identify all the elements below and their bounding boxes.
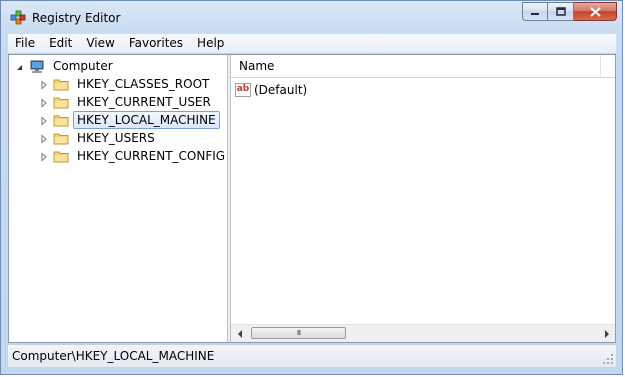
- tree-label: HKEY_CURRENT_USER: [77, 95, 211, 109]
- status-path: Computer\HKEY_LOCAL_MACHINE: [12, 349, 215, 363]
- string-value-icon: ab: [235, 83, 251, 97]
- menu-edit[interactable]: Edit: [42, 34, 79, 53]
- folder-icon: [53, 150, 69, 163]
- scroll-grip: III: [296, 329, 301, 337]
- tree-label-computer: Computer: [53, 59, 113, 73]
- scroll-thumb[interactable]: III: [251, 327, 346, 339]
- tree-item-hkey-local-machine[interactable]: HKEY_LOCAL_MACHINE: [39, 111, 220, 129]
- value-name: (Default): [254, 83, 308, 97]
- column-header: Name: [231, 55, 615, 78]
- tree-item-hkey-classes-root[interactable]: HKEY_CLASSES_ROOT: [39, 75, 213, 93]
- tree-item-hkey-current-config[interactable]: HKEY_CURRENT_CONFIG: [39, 147, 229, 165]
- values-list-pane[interactable]: Name ab (Default) III: [231, 55, 615, 342]
- computer-icon: [29, 60, 45, 73]
- expand-arrow-icon[interactable]: [39, 79, 49, 90]
- close-button[interactable]: [574, 2, 617, 21]
- list-item[interactable]: ab (Default): [235, 81, 307, 99]
- window-title: Registry Editor: [32, 11, 121, 25]
- expand-arrow-icon[interactable]: [39, 97, 49, 108]
- client-area: Computer HKEY_CLASSES_ROOT HKEY_CURRENT_…: [8, 54, 616, 343]
- scroll-right-icon[interactable]: [598, 325, 615, 342]
- tree-label-selected: HKEY_LOCAL_MACHINE: [73, 111, 220, 129]
- expand-arrow-icon[interactable]: [39, 151, 49, 162]
- minimize-button[interactable]: [522, 2, 548, 21]
- tree-item-hkey-users[interactable]: HKEY_USERS: [39, 129, 159, 147]
- expand-arrow-icon[interactable]: [39, 133, 49, 144]
- registry-editor-icon: [10, 10, 26, 26]
- tree-item-hkey-current-user[interactable]: HKEY_CURRENT_USER: [39, 93, 215, 111]
- folder-icon: [53, 78, 69, 91]
- registry-editor-window: Registry Editor File Edit View Favorites…: [0, 0, 623, 375]
- scroll-left-icon[interactable]: [231, 325, 248, 342]
- tree-label: HKEY_USERS: [77, 131, 155, 145]
- folder-icon: [53, 132, 69, 145]
- maximize-icon: [555, 6, 566, 16]
- collapse-arrow-icon[interactable]: [15, 61, 25, 71]
- resize-grip-icon[interactable]: [602, 353, 614, 365]
- folder-icon: [53, 114, 69, 127]
- menu-favorites[interactable]: Favorites: [122, 34, 190, 53]
- menu-view[interactable]: View: [79, 34, 121, 53]
- status-bar: Computer\HKEY_LOCAL_MACHINE: [8, 344, 616, 367]
- tree-item-computer[interactable]: Computer: [15, 57, 117, 75]
- caption-buttons: [522, 2, 617, 22]
- expand-arrow-icon[interactable]: [39, 115, 49, 126]
- tree-label: HKEY_CLASSES_ROOT: [77, 77, 210, 91]
- tree-label: HKEY_CURRENT_CONFIG: [77, 149, 226, 163]
- menu-bar: File Edit View Favorites Help: [8, 34, 616, 54]
- tree-pane[interactable]: Computer HKEY_CLASSES_ROOT HKEY_CURRENT_…: [9, 55, 227, 342]
- horizontal-scrollbar[interactable]: III: [231, 324, 615, 342]
- menu-file[interactable]: File: [8, 34, 42, 53]
- menu-help[interactable]: Help: [190, 34, 231, 53]
- close-icon: [589, 6, 601, 17]
- maximize-button[interactable]: [548, 2, 574, 21]
- title-bar[interactable]: Registry Editor: [1, 1, 622, 33]
- folder-icon: [53, 96, 69, 109]
- column-header-name[interactable]: Name: [231, 55, 601, 77]
- minimize-icon: [531, 12, 539, 15]
